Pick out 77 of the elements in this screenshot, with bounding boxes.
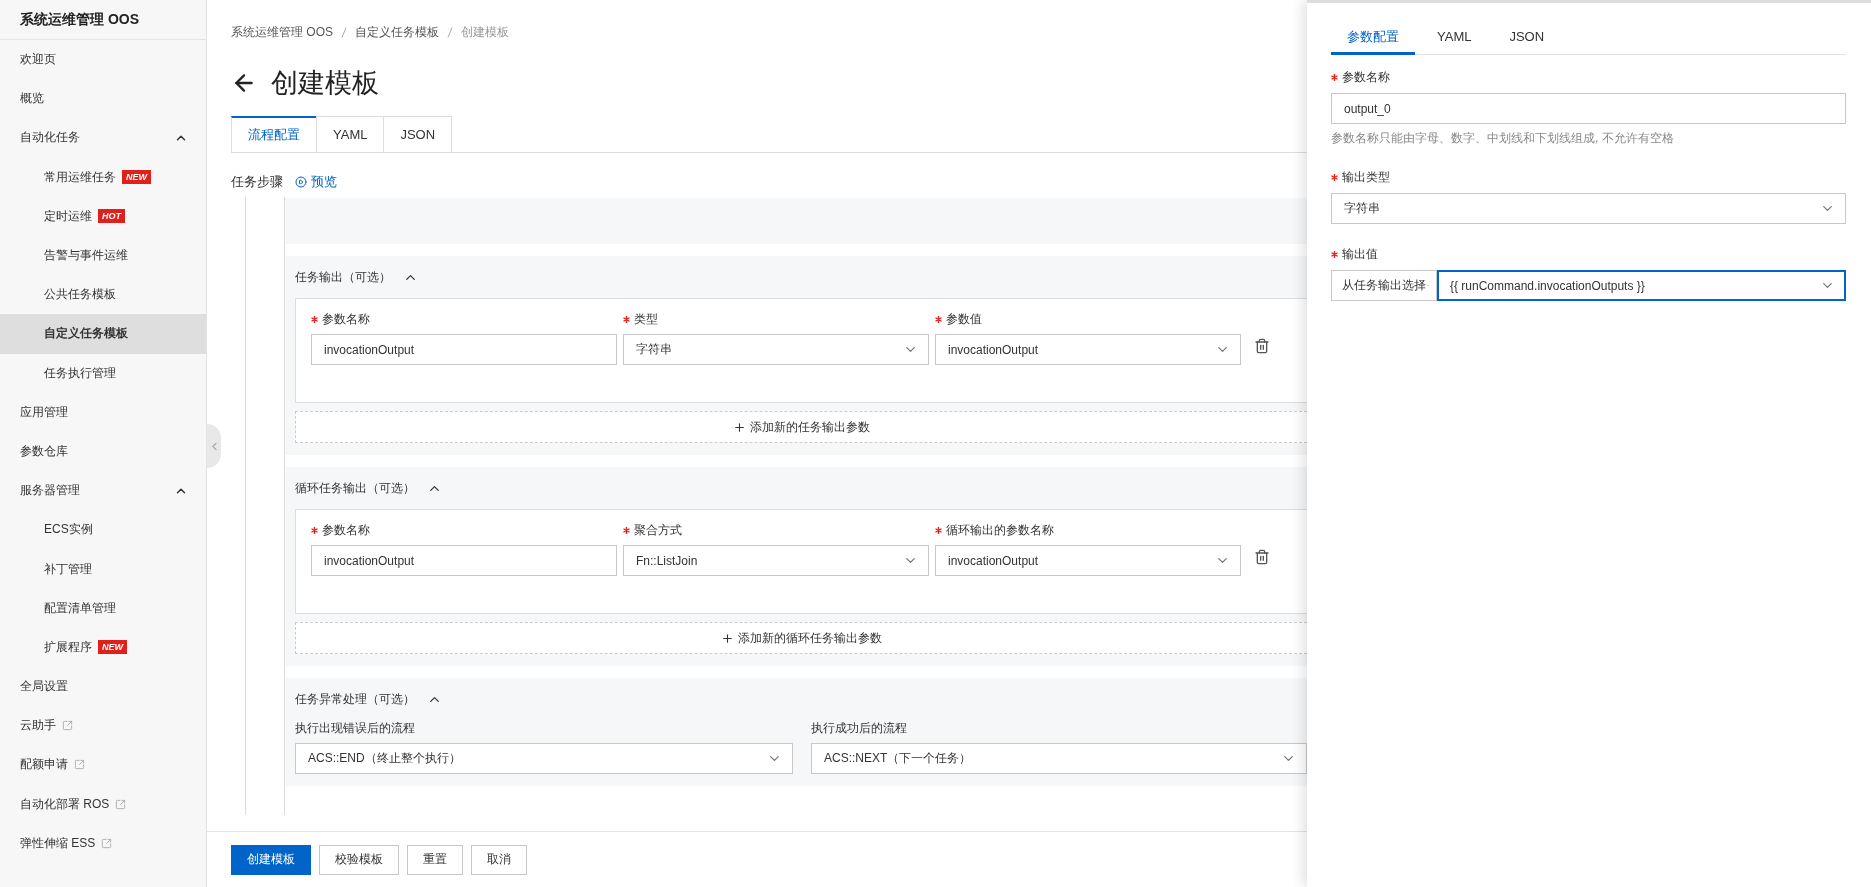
select-field[interactable]: 从任务输出选择 (1331, 270, 1437, 301)
sidebar-item[interactable]: 欢迎页 (0, 40, 206, 80)
select-field[interactable]: ACS::NEXT（下一个任务） (811, 743, 1307, 774)
badge: HOT (98, 209, 125, 224)
sidebar-item[interactable]: 配置清单管理 (0, 588, 206, 628)
breadcrumb-separator-icon (447, 26, 453, 38)
field-label: 参数名称 (1331, 69, 1846, 86)
sidebar-item[interactable]: 应用管理 (0, 392, 206, 432)
badge: NEW (122, 170, 151, 185)
sidebar-item[interactable]: 概览 (0, 79, 206, 119)
primary-button[interactable]: 创建模板 (231, 844, 311, 875)
field-label: 输出值 (1331, 246, 1846, 263)
select-field[interactable]: ACS::END（终止整个执行） (295, 743, 793, 774)
text-input[interactable]: invocationOutput (311, 545, 617, 576)
sidebar-item[interactable]: 自动化任务 (0, 118, 206, 158)
field-label: 参数名称 (311, 522, 617, 539)
field-label: 输出类型 (1331, 169, 1846, 186)
field-label: 执行成功后的流程 (811, 720, 908, 737)
section-title: 任务输出（可选） (295, 268, 391, 286)
text-input[interactable]: output_0 (1331, 93, 1846, 124)
sidebar-item[interactable]: 公共任务模板 (0, 275, 206, 315)
select-field[interactable]: Fn::ListJoin (623, 545, 929, 576)
field-label: 循环输出的参数名称 (935, 522, 1241, 539)
field-label: 聚合方式 (623, 522, 929, 539)
delete-icon[interactable] (1254, 337, 1270, 354)
plus-icon (721, 631, 734, 645)
tab[interactable]: JSON (1493, 21, 1561, 55)
breadcrumb-item[interactable]: 系统运维管理 OOS (231, 23, 333, 41)
preview-link[interactable]: 预览 (295, 173, 337, 191)
field-label: 类型 (623, 311, 929, 328)
plus-icon (733, 420, 746, 434)
select-field[interactable]: 字符串 (1331, 193, 1846, 224)
sidebar-item[interactable]: 全局设置 (0, 667, 206, 707)
tab[interactable]: JSON (383, 116, 453, 152)
sidebar-item[interactable]: 弹性伸缩 ESS (0, 823, 206, 863)
sidebar-item[interactable]: 自定义任务模板 (0, 314, 206, 354)
badge: NEW (98, 640, 127, 655)
delete-icon[interactable] (1254, 548, 1270, 565)
sidebar-item[interactable]: ECS实例 (0, 510, 206, 550)
sidebar-item[interactable]: 定时运维 HOT (0, 196, 206, 236)
tab[interactable]: YAML (1421, 21, 1488, 55)
field-label: 参数名称 (311, 311, 617, 328)
secondary-button[interactable]: 取消 (471, 844, 527, 875)
select-field[interactable]: {{ runCommand.invocationOutputs }} (1437, 270, 1846, 301)
sidebar-item[interactable]: 配额申请 (0, 745, 206, 785)
sidebar-item[interactable]: 云助手 (0, 706, 206, 746)
select-field[interactable]: invocationOutput (935, 545, 1241, 576)
section-title: 循环任务输出（可选） (295, 479, 415, 497)
field-label: 参数值 (935, 311, 1241, 328)
sidebar-item[interactable]: 参数仓库 (0, 431, 206, 472)
select-field[interactable]: invocationOutput (935, 334, 1241, 365)
app-title: 系统运维管理 OOS (0, 0, 206, 40)
sidebar-item[interactable]: 常用运维任务 NEW (0, 157, 206, 197)
breadcrumb-item: 创建模板 (461, 23, 509, 41)
field-label: 执行出现错误后的流程 (295, 720, 416, 737)
steps-label: 任务步骤 (231, 173, 283, 191)
page-title: 创建模板 (271, 67, 379, 100)
select-field[interactable]: 字符串 (623, 334, 929, 365)
add-param-button[interactable]: 添加新的任务输出参数 (295, 411, 1307, 443)
breadcrumb-separator-icon (341, 26, 347, 38)
sidebar-item[interactable]: 扩展程序 NEW (0, 627, 206, 667)
sidebar-collapse-handle[interactable] (207, 424, 221, 468)
add-param-button[interactable]: 添加新的循环任务输出参数 (295, 622, 1307, 654)
tab[interactable]: 参数配置 (1331, 21, 1415, 55)
text-input[interactable]: invocationOutput (311, 334, 617, 365)
sidebar-item[interactable]: 服务器管理 (0, 471, 206, 511)
sidebar-item[interactable]: 补丁管理 (0, 549, 206, 589)
section-title: 任务异常处理（可选） (295, 690, 415, 708)
secondary-button[interactable]: 校验模板 (319, 844, 399, 875)
sidebar-item[interactable]: 任务执行管理 (0, 353, 206, 393)
sidebar-item[interactable]: 告警与事件运维 (0, 235, 206, 276)
field-hint: 参数名称只能由字母、数字、中划线和下划线组成, 不允许有空格 (1331, 130, 1675, 147)
tab[interactable]: 流程配置 (231, 116, 317, 152)
secondary-button[interactable]: 重置 (407, 844, 463, 875)
sidebar-item[interactable]: 自动化部署 ROS (0, 784, 206, 824)
breadcrumb-item[interactable]: 自定义任务模板 (355, 23, 439, 41)
play-icon (295, 176, 307, 188)
